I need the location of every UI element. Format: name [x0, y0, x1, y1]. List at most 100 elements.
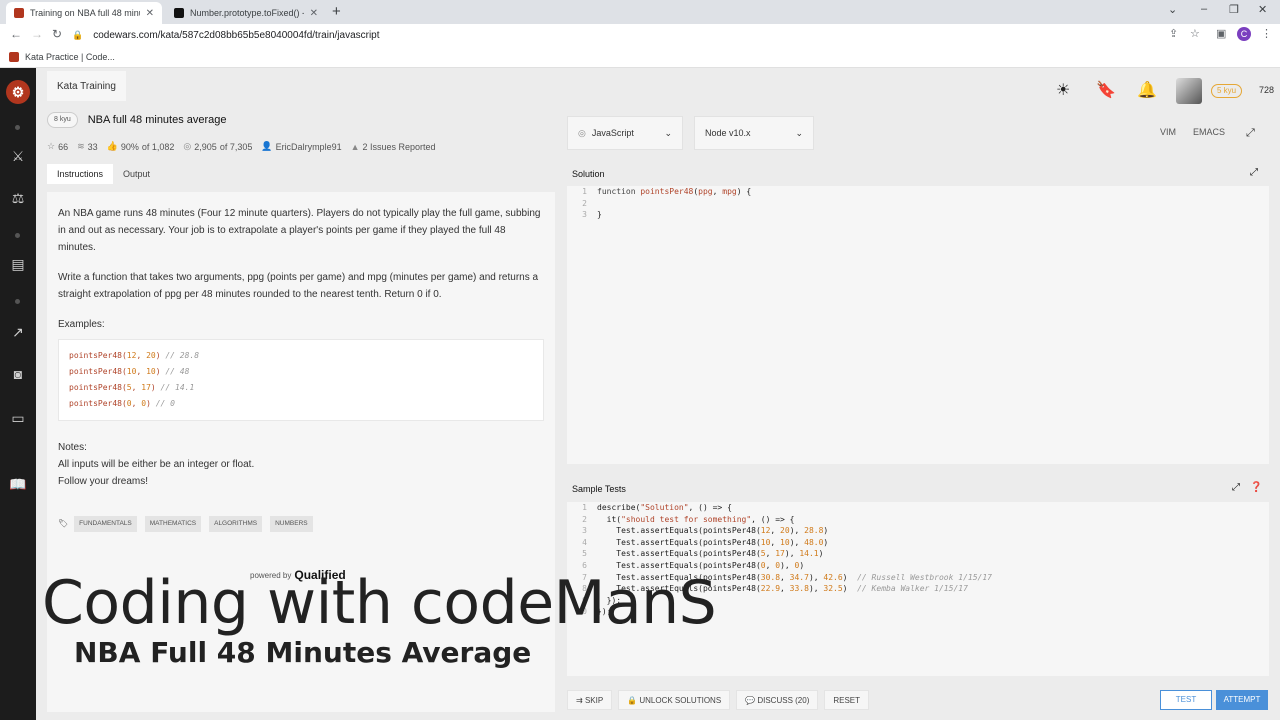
- solution-code[interactable]: function pointsPer48(ppg, mpg) { }: [597, 186, 751, 221]
- side-panel-icon[interactable]: ▣: [1216, 27, 1226, 40]
- app-sidebar: ⚙ ⚔ ⚖ ▤ ↗ ◙ ▭ 📖: [0, 68, 36, 720]
- completed-icon: ◎: [183, 141, 192, 151]
- notifications-bell-icon[interactable]: 🔔: [1137, 80, 1157, 100]
- tag-fundamentals[interactable]: FUNDAMENTALS: [74, 516, 137, 532]
- forward-icon[interactable]: →: [31, 27, 43, 41]
- maximize-icon[interactable]: ❐: [1229, 3, 1239, 16]
- tag-algorithms[interactable]: ALGORITHMS: [209, 516, 263, 532]
- notes-label: Notes:: [58, 442, 87, 453]
- line-numbers: 123: [582, 187, 587, 220]
- discord-icon[interactable]: ◙: [8, 366, 28, 382]
- browser-tab-bar: Training on NBA full 48 minutes a ✕ Numb…: [0, 0, 1280, 24]
- bookmarks-icon[interactable]: 🔖: [1096, 80, 1116, 100]
- examples-code-block: pointsPer48(12, 20) // 28.8 pointsPer48(…: [58, 339, 544, 421]
- version-select[interactable]: Node v10.x ⌄: [694, 116, 814, 150]
- kata-stats: ☆ 66 ≋ 33 👍 90% of 1,082 ◎ 2,905 of 7,30…: [47, 141, 439, 152]
- kata-author[interactable]: EricDalrymple91: [276, 142, 342, 152]
- sidebar-dot: [15, 125, 20, 130]
- sidebar-dot: [15, 233, 20, 238]
- bookmark-item[interactable]: Kata Practice | Code...: [25, 52, 115, 62]
- note-line: All inputs will be either be an integer …: [58, 459, 255, 470]
- minimize-icon[interactable]: –: [1201, 3, 1207, 15]
- lock-icon: 🔒: [72, 29, 84, 40]
- star-icon[interactable]: ☆: [47, 141, 55, 152]
- practice-icon[interactable]: ⚖: [8, 190, 28, 207]
- description-paragraph: Write a function that takes two argument…: [58, 272, 539, 300]
- kata-title-row: 8 kyu NBA full 48 minutes average: [47, 112, 227, 128]
- codewars-favicon-icon: [9, 51, 19, 62]
- tab-title: Training on NBA full 48 minutes a: [30, 8, 140, 18]
- version-value: Node v10.x: [705, 128, 751, 138]
- user-honor: 728: [1259, 85, 1275, 95]
- reload-icon[interactable]: ↻: [52, 27, 62, 41]
- briefcase-icon[interactable]: ▤: [8, 256, 28, 273]
- back-icon[interactable]: ←: [10, 27, 22, 41]
- author-icon: 👤: [261, 141, 273, 151]
- test-button[interactable]: TEST: [1160, 690, 1212, 710]
- examples-label: Examples:: [58, 319, 105, 330]
- left-tabs: Instructions Output: [47, 164, 160, 184]
- chat-icon[interactable]: ▭: [8, 410, 28, 427]
- tab-instructions[interactable]: Instructions: [47, 164, 114, 184]
- description-paragraph: An NBA game runs 48 minutes (Four 12 min…: [58, 208, 541, 253]
- bookmark-star-icon[interactable]: ☆: [1190, 27, 1200, 40]
- tag-icon: 🏷: [58, 519, 69, 528]
- codewars-logo-icon[interactable]: ⚙: [6, 80, 30, 104]
- vim-mode-button[interactable]: VIM: [1160, 127, 1176, 137]
- close-window-icon[interactable]: ✕: [1258, 3, 1267, 16]
- satisfaction-rate: 90%: [120, 141, 139, 152]
- solution-editor[interactable]: 123 function pointsPer48(ppg, mpg) { }: [567, 186, 1269, 464]
- browser-tab[interactable]: Number.prototype.toFixed() - Ja ✕: [166, 2, 326, 24]
- close-tab-icon[interactable]: ✕: [146, 8, 154, 19]
- skip-button[interactable]: ⇉ SKIP: [567, 690, 613, 710]
- tab-output[interactable]: Output: [113, 164, 160, 184]
- chevron-down-icon: ⌄: [795, 127, 803, 138]
- attempt-button[interactable]: ATTEMPT: [1216, 690, 1268, 710]
- issues-reported[interactable]: 2 Issues Reported: [363, 142, 436, 152]
- browser-tab-active[interactable]: Training on NBA full 48 minutes a ✕: [6, 2, 162, 24]
- kata-title: NBA full 48 minutes average: [87, 114, 227, 126]
- close-tab-icon[interactable]: ✕: [310, 8, 318, 19]
- language-select[interactable]: ◎ JavaScript ⌄: [567, 116, 683, 150]
- example-line: pointsPer48(10, 10) // 48: [69, 367, 190, 376]
- unlock-solutions-button[interactable]: 🔒 UNLOCK SOLUTIONS: [618, 690, 731, 710]
- page-breadcrumb: Kata Training: [47, 71, 126, 101]
- user-rank-badge: 5 kyu: [1211, 84, 1243, 98]
- expand-tests-icon[interactable]: ⤢: [1232, 482, 1240, 493]
- tab-search-icon[interactable]: ⌄: [1168, 3, 1177, 16]
- new-tab-icon[interactable]: +: [332, 3, 341, 20]
- url-bar[interactable]: 🔒 codewars.com/kata/587c2d08bb65b5e80400…: [72, 27, 1192, 43]
- expand-solution-icon[interactable]: ⤢: [1250, 167, 1258, 178]
- user-avatar[interactable]: [1176, 78, 1202, 104]
- tag-numbers[interactable]: NUMBERS: [270, 516, 313, 532]
- collections-count: 33: [87, 141, 98, 152]
- video-overlay-subtitle: NBA Full 48 Minutes Average: [74, 636, 532, 669]
- theme-toggle-icon[interactable]: ☀: [1056, 80, 1070, 100]
- sample-tests-label: Sample Tests: [572, 484, 626, 494]
- browser-profile-avatar[interactable]: C: [1237, 27, 1251, 41]
- warning-icon: ▲: [350, 141, 360, 152]
- discuss-button[interactable]: 💬 DISCUSS (20): [736, 690, 819, 710]
- browser-menu-icon[interactable]: ⋮: [1261, 27, 1272, 40]
- note-line: Follow your dreams!: [58, 476, 149, 487]
- address-row: ← → ↻ 🔒 codewars.com/kata/587c2d08bb65b5…: [0, 24, 1280, 46]
- reset-button[interactable]: RESET: [824, 690, 870, 710]
- tag-mathematics[interactable]: MATHEMATICS: [144, 516, 202, 532]
- share-icon[interactable]: ⇪: [1169, 27, 1178, 40]
- solution-label: Solution: [572, 169, 605, 179]
- thumbs-up-icon: 👍: [106, 141, 118, 151]
- mdn-favicon-icon: [174, 8, 184, 18]
- satisfaction-votes: of 1,082: [141, 141, 175, 152]
- emacs-mode-button[interactable]: EMACS: [1193, 127, 1225, 137]
- example-line: pointsPer48(0, 0) // 0: [69, 399, 175, 408]
- leaders-icon[interactable]: ↗: [8, 324, 28, 341]
- chevron-down-icon: ⌄: [664, 127, 672, 138]
- collections-icon[interactable]: ≋: [77, 141, 85, 152]
- help-icon[interactable]: ❓: [1250, 482, 1262, 493]
- docs-book-icon[interactable]: 📖: [8, 476, 28, 493]
- training-icon[interactable]: ⚔: [8, 148, 28, 165]
- video-overlay-title: Coding with codeManS: [42, 568, 717, 638]
- fullscreen-icon[interactable]: ⤢: [1246, 127, 1255, 140]
- kata-tags: 🏷 FUNDAMENTALS MATHEMATICS ALGORITHMS NU…: [58, 516, 544, 532]
- stars-count: 66: [58, 141, 69, 152]
